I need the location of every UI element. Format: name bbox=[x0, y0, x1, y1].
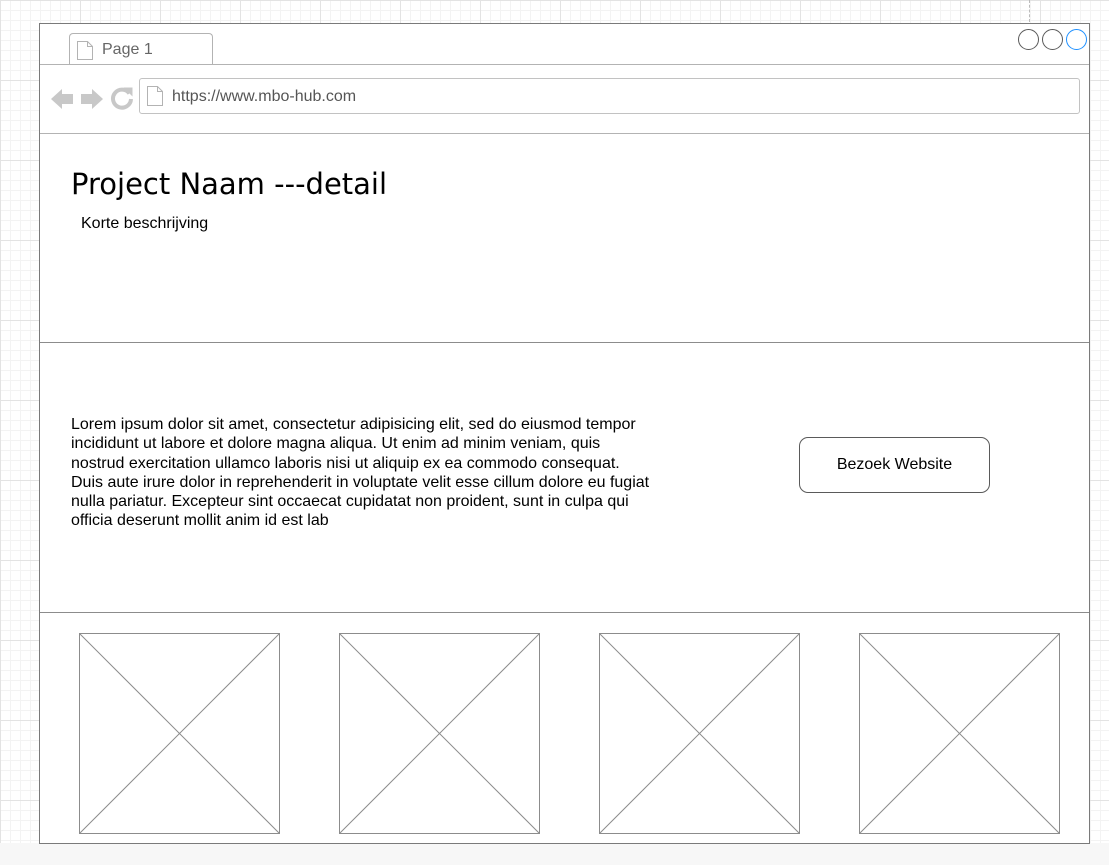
minimize-button[interactable] bbox=[1018, 29, 1039, 50]
close-button[interactable] bbox=[1066, 29, 1087, 50]
image-placeholder-icon bbox=[859, 633, 1060, 834]
image-gallery bbox=[40, 613, 1089, 843]
page-icon bbox=[77, 41, 93, 60]
maximize-button[interactable] bbox=[1042, 29, 1063, 50]
tab-page-1[interactable]: Page 1 bbox=[69, 33, 213, 64]
window-controls bbox=[1015, 29, 1087, 50]
visit-website-button[interactable]: Bezoek Website bbox=[799, 437, 990, 493]
image-placeholder-icon bbox=[599, 633, 800, 834]
url-text: https://www.mbo-hub.com bbox=[172, 88, 357, 105]
title-bar: Page 1 bbox=[40, 24, 1089, 65]
reload-icon[interactable] bbox=[110, 86, 134, 115]
canvas-bottom-strip bbox=[0, 843, 1109, 865]
page-title: Project Naam ---detail bbox=[71, 167, 388, 201]
browser-window: Page 1 https://www.mbo-hub.com Project N… bbox=[39, 23, 1090, 844]
page-subtitle: Korte beschrijving bbox=[81, 215, 209, 232]
guide-line bbox=[1029, 0, 1030, 22]
page-icon bbox=[147, 86, 163, 106]
image-placeholder-icon bbox=[79, 633, 280, 834]
address-bar[interactable]: https://www.mbo-hub.com bbox=[139, 78, 1080, 114]
image-placeholder-icon bbox=[339, 633, 540, 834]
navigation-bar: https://www.mbo-hub.com bbox=[40, 65, 1089, 134]
arrow-right-icon[interactable] bbox=[80, 88, 104, 115]
arrow-left-icon[interactable] bbox=[50, 88, 74, 115]
tab-label: Page 1 bbox=[102, 41, 153, 58]
project-description: Lorem ipsum dolor sit amet, consectetur … bbox=[71, 416, 650, 530]
content-section: Lorem ipsum dolor sit amet, consectetur … bbox=[40, 343, 1089, 613]
header-section: Project Naam ---detail Korte beschrijvin… bbox=[40, 134, 1089, 343]
